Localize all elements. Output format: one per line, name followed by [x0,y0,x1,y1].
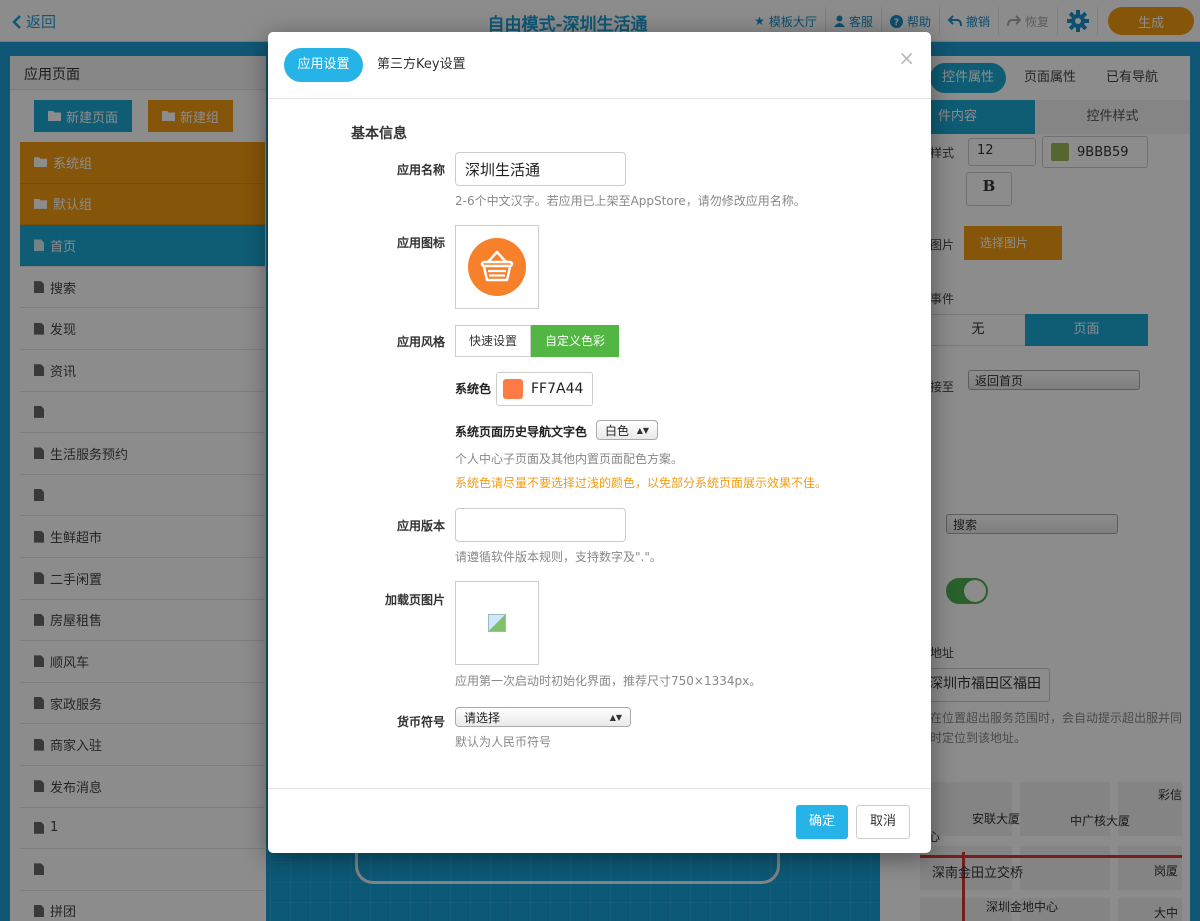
app-settings-modal: 应用设置 第三方Key设置 × 基本信息 应用名称 深圳生活通 2-6个中文汉字… [268,32,931,853]
basket-icon [468,238,526,296]
select-arrows-icon: ▲▼ [609,712,622,722]
version-help: 请遵循软件版本规则，支持数字及"."。 [455,550,662,564]
color-warning: 系统色请尽量不要选择过浅的颜色，以免部分系统页面展示效果不佳。 [455,476,828,490]
app-style-label: 应用风格 [396,335,445,349]
tab-app-settings[interactable]: 应用设置 [284,48,363,82]
currency-label: 货币符号 [396,715,445,729]
modal-body: 基本信息 应用名称 深圳生活通 2-6个中文汉字。若应用已上架至AppStore… [268,99,931,789]
modal-footer: 确定 取消 [268,788,931,853]
select-arrows-icon: ▲▼ [636,425,649,435]
splash-label: 加载页图片 [384,593,445,607]
app-style-toggle: 快速设置 自定义色彩 [455,325,620,357]
history-nav-value: 白色 [605,423,630,438]
splash-help: 应用第一次启动时初始化界面，推荐尺寸750×1334px。 [455,674,762,688]
app-name-input[interactable]: 深圳生活通 [455,152,626,186]
section-title: 基本信息 [351,126,407,142]
app-icon-upload[interactable] [455,225,539,309]
system-color-picker[interactable]: FF7A44 [496,372,593,406]
app-name-label: 应用名称 [396,163,445,177]
app-name-help: 2-6个中文汉字。若应用已上架至AppStore，请勿修改应用名称。 [455,194,806,208]
version-input[interactable] [455,508,626,542]
history-nav-help: 个人中心子页面及其他内置页面配色方案。 [455,452,684,466]
splash-image-upload[interactable] [455,581,539,665]
cancel-button[interactable]: 取消 [856,805,910,839]
version-label: 应用版本 [396,519,445,533]
currency-value: 请选择 [464,710,501,725]
modal-header: 应用设置 第三方Key设置 × [268,32,931,99]
currency-select[interactable]: 请选择 ▲▼ [455,707,631,727]
currency-help: 默认为人民币符号 [455,735,552,749]
style-quick-button[interactable]: 快速设置 [455,325,532,357]
close-icon[interactable]: × [898,46,915,70]
system-color-value: FF7A44 [531,381,584,397]
system-color-swatch [503,379,523,399]
style-custom-button[interactable]: 自定义色彩 [531,325,620,357]
confirm-button[interactable]: 确定 [796,805,848,839]
history-nav-select[interactable]: 白色 ▲▼ [596,420,658,440]
tab-third-party-key[interactable]: 第三方Key设置 [377,48,466,82]
app-icon-label: 应用图标 [396,236,445,250]
history-nav-label: 系统页面历史导航文字色 [455,425,588,439]
broken-image-icon [488,614,506,632]
system-color-label: 系统色 [455,382,492,396]
